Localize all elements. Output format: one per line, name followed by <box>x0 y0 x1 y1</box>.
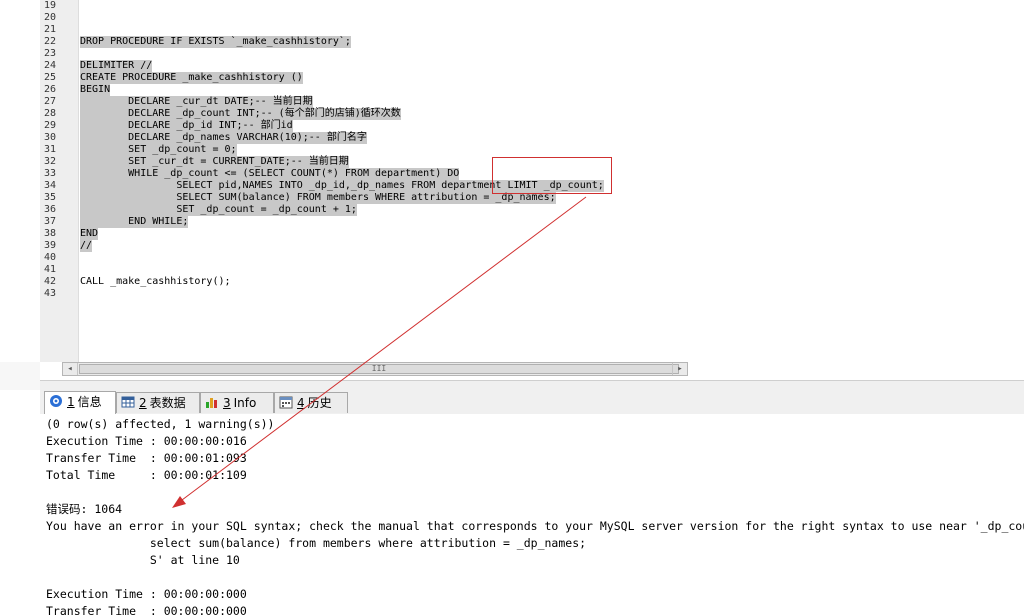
tab-number: 2 <box>139 396 147 410</box>
tab-number: 1 <box>67 395 75 409</box>
annotation-highlight-box <box>492 157 612 194</box>
tab-history[interactable]: 4 历史 <box>274 392 348 413</box>
scroll-right-icon[interactable]: ▸ <box>672 363 687 375</box>
line-number: 21 <box>44 24 57 35</box>
line-number: 42 <box>44 276 57 287</box>
code-line: DELIMITER // <box>80 60 153 72</box>
sql-editor[interactable]: 19 20 21 22 DROP PROCEDURE IF EXISTS `_make_… <box>0 0 1024 362</box>
code-line: // <box>80 240 93 252</box>
output-line: You have an error in your SQL syntax; ch… <box>46 519 1024 533</box>
code-line: DECLARE _dp_count INT;-- (每个部门的店铺)循环次数 <box>80 108 401 120</box>
line-number: 43 <box>44 288 57 299</box>
line-number: 27 <box>44 96 57 107</box>
code-line: SET _dp_count = 0; <box>80 144 237 156</box>
output-line: S' at line 10 <box>46 553 240 567</box>
scroll-left-icon[interactable]: ◂ <box>63 363 78 375</box>
table-icon <box>121 395 135 409</box>
calendar-icon <box>279 395 293 409</box>
line-number: 31 <box>44 144 57 155</box>
tab-number: 4 <box>297 396 305 410</box>
line-number: 22 <box>44 36 57 47</box>
code-line: SET _cur_dt = CURRENT_DATE;-- 当前日期 <box>80 156 349 168</box>
line-number: 25 <box>44 72 57 83</box>
line-number: 19 <box>44 0 57 11</box>
code-line: BEGIN <box>80 84 111 96</box>
line-number: 20 <box>44 12 57 23</box>
line-number: 34 <box>44 180 57 191</box>
output-line: (0 row(s) affected, 1 warning(s)) <box>46 417 275 431</box>
message-output[interactable]: (0 row(s) affected, 1 warning(s)) Executi… <box>40 414 1024 616</box>
code-line: DROP PROCEDURE IF EXISTS `_make_cashhist… <box>80 36 351 48</box>
tab-label: 历史 <box>307 396 332 410</box>
code-line: WHILE _dp_count <= (SELECT COUNT(*) FROM… <box>80 168 460 180</box>
code-line: DECLARE _cur_dt DATE;-- 当前日期 <box>80 96 313 108</box>
code-line: CALL _make_cashhistory(); <box>80 276 231 287</box>
line-number: 39 <box>44 240 57 251</box>
line-number: 36 <box>44 204 57 215</box>
line-number: 26 <box>44 84 57 95</box>
line-number: 28 <box>44 108 57 119</box>
code-line: SELECT SUM(balance) FROM members WHERE a… <box>80 192 556 204</box>
output-line: 错误码: 1064 <box>46 502 123 516</box>
line-number: 33 <box>44 168 57 179</box>
line-number: 41 <box>44 264 57 275</box>
line-number: 23 <box>44 48 57 59</box>
tab-label: Info <box>233 396 257 410</box>
line-number: 38 <box>44 228 57 239</box>
line-number: 29 <box>44 120 57 131</box>
code-line: DECLARE _dp_id INT;-- 部门id <box>80 120 293 132</box>
info-icon <box>49 394 63 408</box>
tab-messages[interactable]: 1 信息 <box>44 391 116 414</box>
code-line: DECLARE _dp_names VARCHAR(10);-- 部门名字 <box>80 132 367 144</box>
result-tabs: 1 信息 2 表数据 3 Info 4 历史 <box>40 390 1024 415</box>
line-number: 30 <box>44 132 57 143</box>
tab-label: 信息 <box>77 395 102 409</box>
chart-icon <box>205 395 219 409</box>
tab-label: 表数据 <box>149 396 186 410</box>
output-line: Transfer Time : 00:00:01:093 <box>46 451 247 465</box>
code-line: SET _dp_count = _dp_count + 1; <box>80 204 357 216</box>
code-line: CREATE PROCEDURE _make_cashhistory () <box>80 72 303 84</box>
line-number: 40 <box>44 252 57 263</box>
output-line: Total Time : 00:00:01:109 <box>46 468 247 482</box>
scrollbar-thumb[interactable]: III <box>79 364 679 374</box>
line-number: 37 <box>44 216 57 227</box>
code-line: END WHILE; <box>80 216 189 228</box>
horizontal-scrollbar[interactable]: ◂ III ▸ <box>62 362 688 376</box>
output-line: select sum(balance) from members where a… <box>46 536 587 550</box>
code-line: END <box>80 228 99 240</box>
line-number: 24 <box>44 60 57 71</box>
line-number: 35 <box>44 192 57 203</box>
output-line: Transfer Time : 00:00:00:000 <box>46 604 247 616</box>
tab-info[interactable]: 3 Info <box>200 392 274 413</box>
tab-number: 3 <box>223 396 231 410</box>
output-line: Execution Time : 00:00:00:016 <box>46 434 247 448</box>
tab-table-data[interactable]: 2 表数据 <box>116 392 200 413</box>
output-line: Execution Time : 00:00:00:000 <box>46 587 247 601</box>
line-number: 32 <box>44 156 57 167</box>
